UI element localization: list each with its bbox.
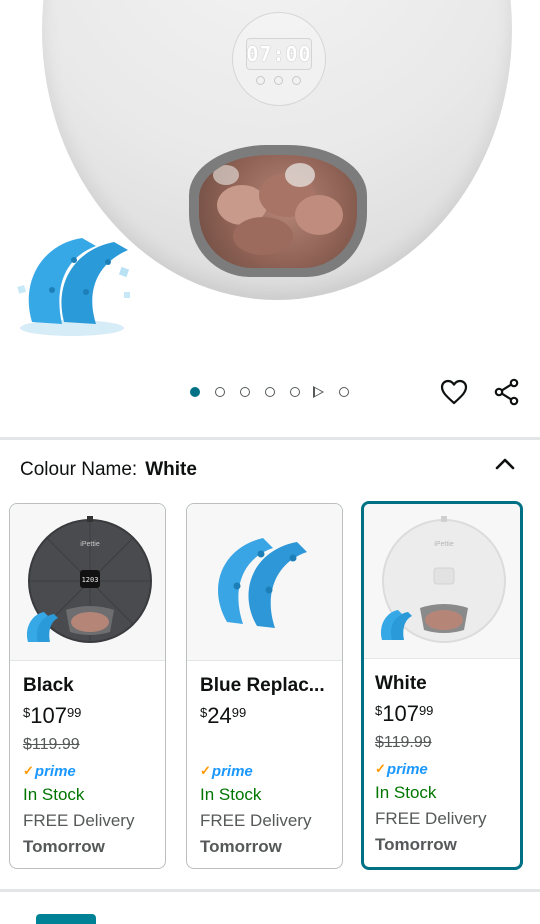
section-divider xyxy=(0,889,540,892)
panel-button xyxy=(274,76,283,85)
colour-value: White xyxy=(145,459,197,480)
section-divider xyxy=(0,437,540,440)
delivery-day: Tomorrow xyxy=(23,837,105,856)
delivery-text: FREE Delivery xyxy=(200,811,312,830)
ice-pack-graphic xyxy=(12,232,142,336)
variant-list-price: $119.99 xyxy=(375,734,432,751)
variant-image xyxy=(187,504,342,661)
variant-price: $2499 xyxy=(200,703,247,728)
pagination-dot[interactable] xyxy=(265,387,275,397)
prime-badge: ✓ prime xyxy=(23,762,76,780)
variant-list-price: $119.99 xyxy=(23,736,80,753)
delivery-text: FREE Delivery xyxy=(375,809,487,828)
pagination-dot[interactable] xyxy=(240,387,250,397)
chevron-up-icon xyxy=(495,458,515,470)
food-tray xyxy=(199,155,357,268)
wishlist-button[interactable] xyxy=(436,374,472,410)
colour-label: Colour Name: xyxy=(20,459,138,480)
prime-badge: ✓ prime xyxy=(200,762,253,780)
variant-name: Blue Replac... xyxy=(200,675,325,696)
share-button[interactable] xyxy=(489,374,525,410)
share-icon xyxy=(494,378,519,406)
bottom-tab-indicator[interactable] xyxy=(36,914,96,924)
variant-image: iPettie xyxy=(364,504,520,659)
brand-logo: iPettie xyxy=(80,541,100,548)
variant-name: White xyxy=(375,673,427,694)
video-play-icon[interactable] xyxy=(313,386,324,398)
variant-card-black[interactable]: iPettie 1203 Black $10799 $119.99 ✓ prime… xyxy=(9,503,166,869)
variant-list: iPettie 1203 Black $10799 $119.99 ✓ prime… xyxy=(0,501,540,873)
variant-card-white[interactable]: iPettie White $10799 $119.99 ✓ prime In S… xyxy=(361,501,523,870)
prime-check-icon: ✓ xyxy=(200,763,211,778)
pagination-dot[interactable] xyxy=(190,387,200,397)
pagination-dot[interactable] xyxy=(215,387,225,397)
variant-price: $10799 xyxy=(23,703,82,728)
collapse-colour-button[interactable] xyxy=(491,450,519,478)
stock-status: In Stock xyxy=(23,785,85,804)
feeder-display: 07:00 xyxy=(246,38,312,70)
variant-price: $10799 xyxy=(375,701,434,726)
variant-name: Black xyxy=(23,675,74,696)
prime-badge: ✓ prime xyxy=(375,760,428,778)
variant-card-blue-replacement[interactable]: Blue Replac... $2499 ✓ prime In Stock FRE… xyxy=(186,503,343,869)
panel-button xyxy=(256,76,265,85)
heart-icon xyxy=(440,379,468,405)
brand-logo: iPettie xyxy=(434,541,454,548)
variant-image: iPettie 1203 xyxy=(10,504,165,661)
delivery-day: Tomorrow xyxy=(200,837,282,856)
stock-status: In Stock xyxy=(200,785,262,804)
prime-check-icon: ✓ xyxy=(375,761,386,776)
panel-button xyxy=(292,76,301,85)
stock-status: In Stock xyxy=(375,783,437,802)
colour-name-row: Colour Name: White xyxy=(20,459,197,481)
pagination-dot[interactable] xyxy=(290,387,300,397)
delivery-day: Tomorrow xyxy=(375,835,457,854)
pagination-dot[interactable] xyxy=(339,387,349,397)
mini-display: 1203 xyxy=(82,576,99,584)
prime-check-icon: ✓ xyxy=(23,763,34,778)
product-image[interactable]: 07:00 xyxy=(0,0,540,336)
delivery-text: FREE Delivery xyxy=(23,811,135,830)
